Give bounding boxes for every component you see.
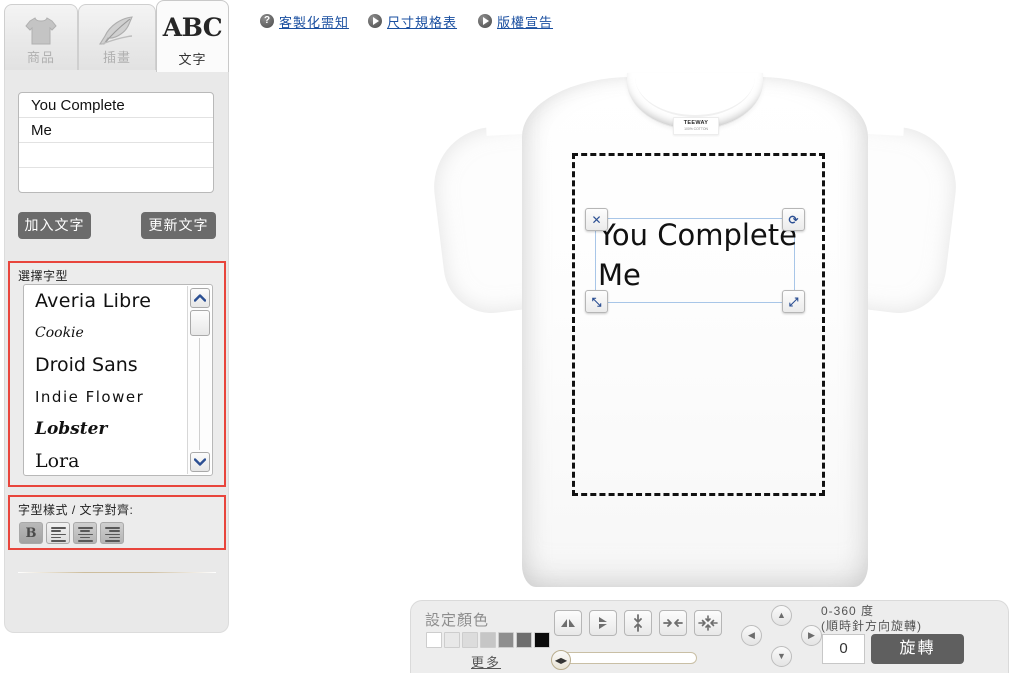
link-customization-notice[interactable]: ? 客製化需知 <box>260 12 349 30</box>
slider-track[interactable] <box>559 652 697 664</box>
style-panel-title: 字型樣式 / 文字對齊: <box>18 503 134 517</box>
left-sidebar: 商品 插畫 ABC 文字 You Complete Me 加入文字 更新文字 選… <box>0 0 233 673</box>
font-option-lobster[interactable]: Lobster <box>24 413 212 445</box>
color-swatches[interactable] <box>426 632 550 648</box>
rotate-label-line1: 0-360 度 <box>821 604 875 618</box>
tshirt-neck-label: TEEWAY 100% COTTON <box>673 117 719 135</box>
font-option-averia-libre[interactable]: Averia Libre <box>24 285 212 317</box>
center-both-button[interactable] <box>694 610 722 636</box>
align-left-button[interactable] <box>46 522 70 544</box>
scrollbar-track[interactable] <box>199 338 200 450</box>
font-option-cookie[interactable]: Cookie <box>24 317 212 349</box>
color-swatch-7[interactable] <box>534 632 550 648</box>
center-vertical-button[interactable] <box>624 610 652 636</box>
size-slider[interactable]: ◀▶ <box>551 650 697 670</box>
font-option-indie-flower[interactable]: Indie Flower <box>24 381 212 413</box>
color-swatch-6[interactable] <box>516 632 532 648</box>
font-option-droid-sans[interactable]: Droid Sans <box>24 349 212 381</box>
more-colors-link[interactable]: 更多 <box>471 652 501 671</box>
play-triangle-icon <box>368 14 382 28</box>
align-right-button[interactable] <box>100 522 124 544</box>
resize-handle-bottom-right-icon[interactable]: ⤢ <box>782 290 805 313</box>
center-both-icon <box>698 615 718 631</box>
scroll-up-icon[interactable] <box>190 288 210 308</box>
rotate-label-line2: (順時針方向旋轉) <box>821 619 922 633</box>
abc-icon: ABC <box>157 6 228 48</box>
color-swatch-1[interactable] <box>426 632 442 648</box>
link-copyright-label[interactable]: 版權宣告 <box>497 12 553 31</box>
rotate-button[interactable]: 旋轉 <box>871 634 964 664</box>
bottom-toolbar: 設定顏色 更多 ◀▶ ▲ ◀ ▶ ▼ 0-360 度 (順時針方向旋轉) 0 旋… <box>410 600 1009 673</box>
color-swatch-4[interactable] <box>480 632 496 648</box>
flip-vertical-button[interactable] <box>589 610 617 636</box>
font-list[interactable]: Averia Libre Cookie Droid Sans Indie Flo… <box>23 284 213 476</box>
resize-handle-bottom-left-icon[interactable]: ⤡ <box>585 290 608 313</box>
scrollbar-thumb[interactable] <box>190 310 210 336</box>
text-input-line-2[interactable]: Me <box>19 118 213 143</box>
move-up-button[interactable]: ▲ <box>771 605 792 626</box>
text-input-line-1[interactable]: You Complete <box>19 93 213 118</box>
selected-text-object[interactable]: You Complete Me ✕ ⟳ ⤡ ⤢ <box>585 208 805 313</box>
font-style-panel: 字型樣式 / 文字對齊: B <box>8 495 226 550</box>
tab-product[interactable]: 商品 <box>4 4 78 70</box>
font-panel-title: 選擇字型 <box>18 269 69 283</box>
design-text[interactable]: You Complete Me <box>598 215 808 295</box>
feather-icon <box>79 10 155 52</box>
text-input-line-3[interactable] <box>19 143 213 168</box>
slider-thumb[interactable]: ◀▶ <box>551 650 571 670</box>
color-swatch-3[interactable] <box>462 632 478 648</box>
bold-button[interactable]: B <box>19 522 43 544</box>
align-left-icon <box>50 527 66 542</box>
center-horizontal-icon <box>663 619 683 627</box>
delete-handle-icon[interactable]: ✕ <box>585 208 608 231</box>
link-size-chart[interactable]: 尺寸規格表 <box>368 12 457 30</box>
text-input-area[interactable]: You Complete Me <box>18 92 214 193</box>
center-horizontal-button[interactable] <box>659 610 687 636</box>
add-text-button[interactable]: 加入文字 <box>18 212 91 239</box>
align-right-icon <box>104 527 120 542</box>
color-section-title: 設定顏色 <box>425 612 490 629</box>
rotate-label: 0-360 度 (順時針方向旋轉) <box>821 604 922 634</box>
link-customization-notice-label[interactable]: 客製化需知 <box>279 12 349 31</box>
rotate-handle-icon[interactable]: ⟳ <box>782 208 805 231</box>
play-triangle-icon <box>478 14 492 28</box>
flip-horizontal-icon <box>561 619 575 627</box>
tool-tabs: 商品 插畫 ABC 文字 <box>0 0 233 72</box>
print-area-boundary <box>572 153 825 496</box>
rotate-degree-input[interactable]: 0 <box>822 634 865 664</box>
tab-text-label: 文字 <box>178 52 207 67</box>
neck-label-sub: 100% COTTON <box>684 126 708 131</box>
tab-text[interactable]: ABC 文字 <box>156 0 229 72</box>
update-text-button[interactable]: 更新文字 <box>141 212 216 239</box>
tshirt-icon <box>5 10 77 52</box>
text-input-line-4[interactable] <box>19 168 213 192</box>
move-left-button[interactable]: ◀ <box>741 625 762 646</box>
question-mark-icon: ? <box>260 14 274 28</box>
center-vertical-icon <box>634 614 642 632</box>
scroll-down-icon[interactable] <box>190 452 210 472</box>
app-root: 商品 插畫 ABC 文字 You Complete Me 加入文字 更新文字 選… <box>0 0 1009 673</box>
move-right-button[interactable]: ▶ <box>801 625 822 646</box>
font-option-lora[interactable]: Lora <box>24 445 212 475</box>
font-list-scrollbar[interactable] <box>187 286 211 474</box>
align-center-button[interactable] <box>73 522 97 544</box>
tab-product-label: 商品 <box>26 50 55 65</box>
tab-art[interactable]: 插畫 <box>78 4 156 70</box>
design-canvas[interactable]: TEEWAY 100% COTTON You Complete Me ✕ ⟳ ⤡… <box>240 40 1009 600</box>
font-selection-panel: 選擇字型 Averia Libre Cookie Droid Sans Indi… <box>8 261 226 487</box>
color-swatch-2[interactable] <box>444 632 460 648</box>
abc-icon-label: ABC <box>162 12 223 42</box>
flip-vertical-icon <box>599 617 607 629</box>
move-down-button[interactable]: ▼ <box>771 646 792 667</box>
link-size-chart-label[interactable]: 尺寸規格表 <box>387 12 457 31</box>
neck-label-brand: TEEWAY <box>683 120 709 127</box>
tab-art-label: 插畫 <box>102 50 131 65</box>
align-center-icon <box>77 527 93 542</box>
flip-horizontal-button[interactable] <box>554 610 582 636</box>
color-swatch-5[interactable] <box>498 632 514 648</box>
panel-divider <box>18 572 216 573</box>
link-copyright[interactable]: 版權宣告 <box>478 12 553 30</box>
